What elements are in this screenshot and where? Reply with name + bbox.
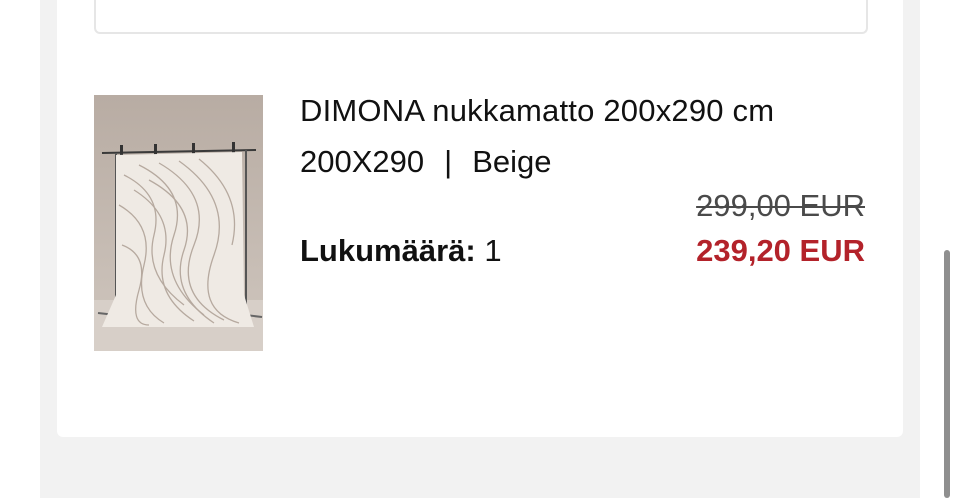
original-price: 299,00 EUR <box>696 188 865 223</box>
variant-separator: | <box>444 144 453 179</box>
variant-color: Beige <box>472 144 552 179</box>
product-image[interactable] <box>94 95 263 351</box>
scrollbar[interactable] <box>944 250 950 498</box>
sale-price: 239,20 EUR <box>696 233 865 268</box>
previous-section-box <box>94 0 868 34</box>
variant-size: 200X290 <box>300 144 425 179</box>
product-title[interactable]: DIMONA nukkamatto 200x290 cm <box>300 93 774 129</box>
product-variant: 200X290 | Beige <box>300 144 551 180</box>
quantity: Lukumäärä: 1 <box>300 233 502 269</box>
rug-image-icon <box>94 95 263 351</box>
quantity-value: 1 <box>484 233 502 268</box>
quantity-label: Lukumäärä: <box>300 233 476 268</box>
